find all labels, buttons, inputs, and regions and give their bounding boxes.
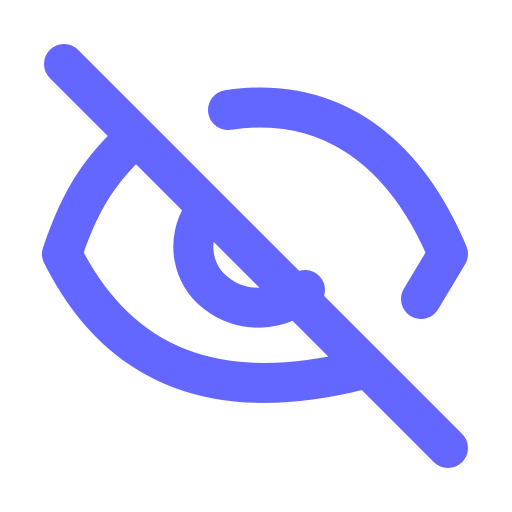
eye-off-icon bbox=[42, 44, 468, 468]
icon-canvas bbox=[0, 0, 512, 512]
